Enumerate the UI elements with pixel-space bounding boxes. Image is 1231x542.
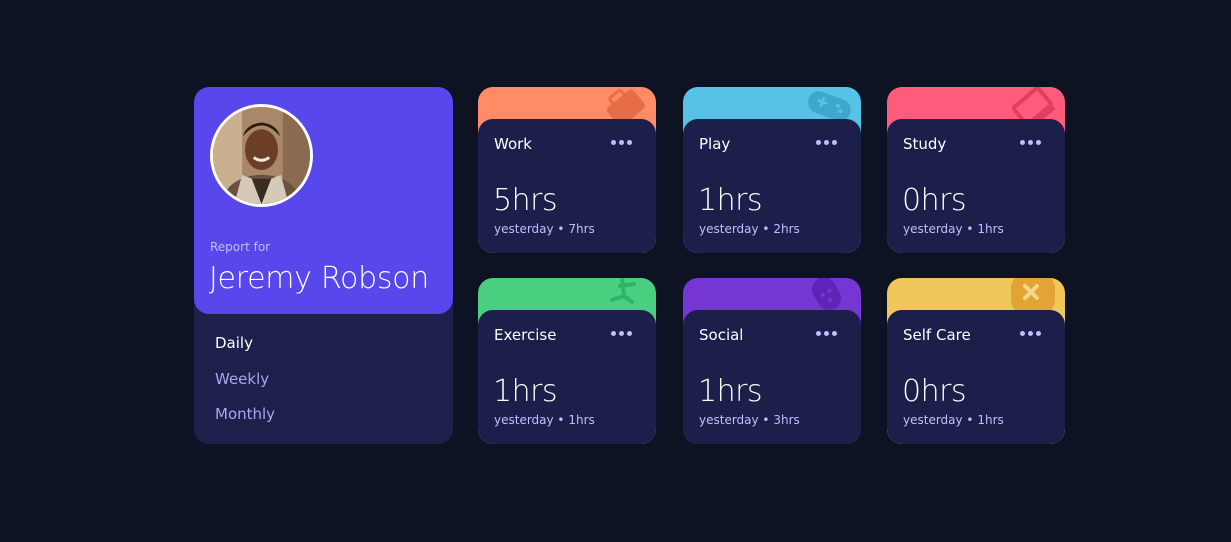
avatar (210, 104, 313, 207)
time-tracking-dashboard: Report for Jeremy Robson Daily Weekly Mo… (194, 87, 1065, 444)
activity-previous: yesterday • 1hrs (903, 222, 1004, 236)
period-selector: Daily Weekly Monthly (215, 331, 275, 438)
activity-card-work: Work 5hrs yesterday • 7hrs (478, 87, 656, 253)
activity-hours: 5hrs (493, 183, 558, 218)
period-weekly-link[interactable]: Weekly (215, 367, 275, 403)
ellipsis-icon[interactable] (611, 133, 632, 151)
activity-previous: yesterday • 2hrs (699, 222, 800, 236)
avatar-portrait-icon (213, 107, 310, 204)
ellipsis-icon[interactable] (816, 324, 837, 342)
ellipsis-icon[interactable] (611, 324, 632, 342)
activity-card-body[interactable]: Play 1hrs yesterday • 2hrs (683, 119, 861, 253)
profile-header: Report for Jeremy Robson (194, 87, 453, 314)
activity-hours: 1hrs (493, 374, 558, 409)
activity-card-body[interactable]: Social 1hrs yesterday • 3hrs (683, 310, 861, 444)
activity-card-play: Play 1hrs yesterday • 2hrs (683, 87, 861, 253)
ellipsis-icon[interactable] (1020, 133, 1041, 151)
activity-card-exercise: Exercise 1hrs yesterday • 1hrs (478, 278, 656, 444)
activity-title: Self Care (903, 326, 971, 344)
period-daily-link[interactable]: Daily (215, 331, 275, 367)
activity-card-self-care: Self Care 0hrs yesterday • 1hrs (887, 278, 1065, 444)
activity-hours: 0hrs (902, 374, 967, 409)
activity-title: Social (699, 326, 744, 344)
activity-title: Play (699, 135, 731, 153)
report-for-label: Report for (210, 240, 271, 254)
activity-card-body[interactable]: Study 0hrs yesterday • 1hrs (887, 119, 1065, 253)
activity-card-study: Study 0hrs yesterday • 1hrs (887, 87, 1065, 253)
activity-hours: 1hrs (698, 183, 763, 218)
period-monthly-link[interactable]: Monthly (215, 402, 275, 438)
activity-previous: yesterday • 3hrs (699, 413, 800, 427)
activity-title: Exercise (494, 326, 557, 344)
activity-card-body[interactable]: Exercise 1hrs yesterday • 1hrs (478, 310, 656, 444)
activity-hours: 0hrs (902, 183, 967, 218)
activity-previous: yesterday • 7hrs (494, 222, 595, 236)
activity-card-body[interactable]: Self Care 0hrs yesterday • 1hrs (887, 310, 1065, 444)
ellipsis-icon[interactable] (816, 133, 837, 151)
profile-card: Report for Jeremy Robson Daily Weekly Mo… (194, 87, 453, 444)
activity-title: Study (903, 135, 947, 153)
ellipsis-icon[interactable] (1020, 324, 1041, 342)
activity-card-body[interactable]: Work 5hrs yesterday • 7hrs (478, 119, 656, 253)
activity-card-social: Social 1hrs yesterday • 3hrs (683, 278, 861, 444)
activity-previous: yesterday • 1hrs (494, 413, 595, 427)
activity-hours: 1hrs (698, 374, 763, 409)
activity-title: Work (494, 135, 532, 153)
person-name: Jeremy Robson (209, 261, 429, 296)
activity-previous: yesterday • 1hrs (903, 413, 1004, 427)
